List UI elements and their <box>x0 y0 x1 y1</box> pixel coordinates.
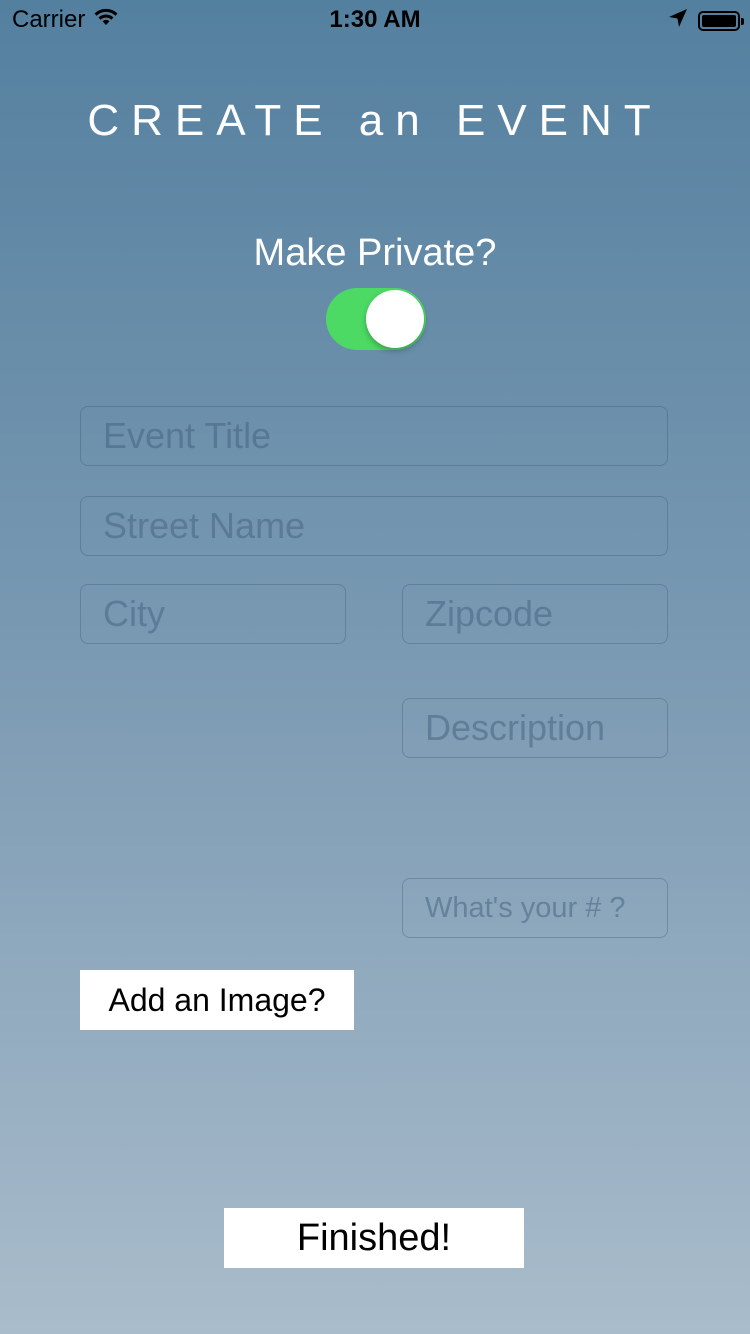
status-time: 1:30 AM <box>329 6 421 33</box>
page-title: CREATE an EVENT <box>87 96 663 145</box>
street-name-field[interactable] <box>80 496 668 556</box>
add-image-button[interactable]: Add an Image? <box>80 970 354 1030</box>
make-private-label: Make Private? <box>253 232 497 274</box>
toggle-knob <box>366 290 424 348</box>
zipcode-field[interactable] <box>402 584 668 644</box>
battery-fill <box>702 14 736 27</box>
make-private-toggle[interactable] <box>326 288 426 350</box>
description-field[interactable] <box>402 698 668 758</box>
finished-button[interactable]: Finished! <box>224 1208 524 1268</box>
event-title-field[interactable] <box>80 406 668 466</box>
city-field[interactable] <box>80 584 346 644</box>
location-arrow-icon <box>668 8 688 33</box>
battery-cap <box>741 17 744 25</box>
status-right-group <box>668 8 744 33</box>
battery-icon <box>698 10 744 31</box>
phone-field[interactable] <box>402 878 668 938</box>
status-bar: Carrier 1:30 AM <box>0 0 750 40</box>
